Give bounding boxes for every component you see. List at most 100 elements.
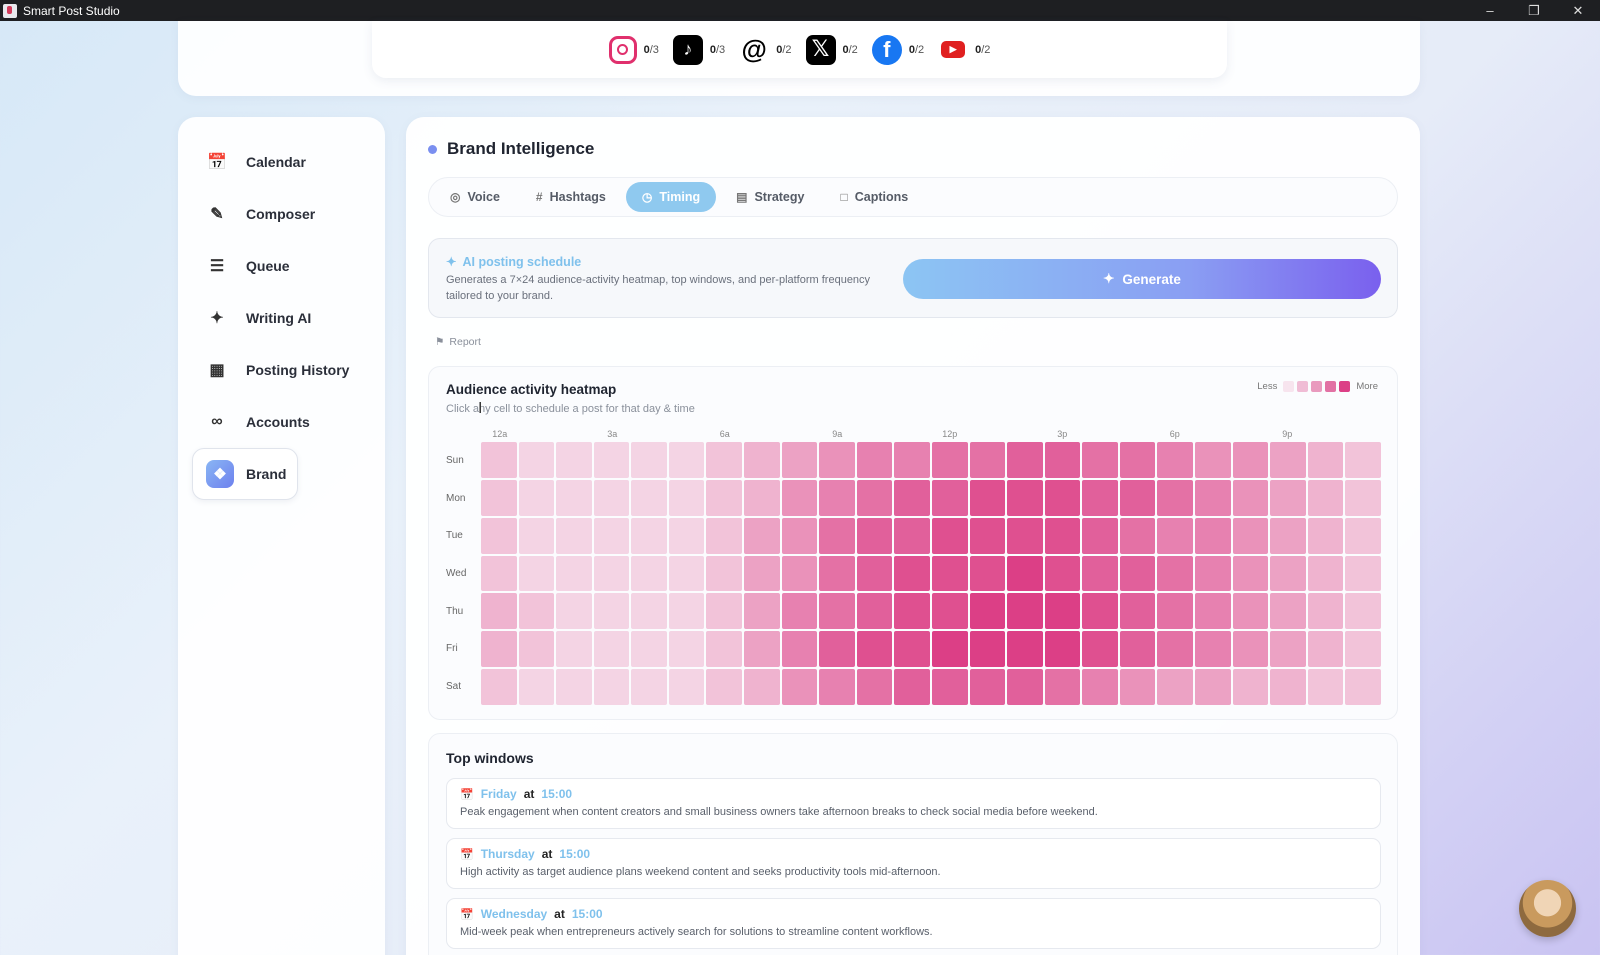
heatmap-cell[interactable] <box>1119 631 1156 668</box>
heatmap-cell[interactable] <box>819 479 855 516</box>
heatmap-cell[interactable] <box>1345 631 1381 668</box>
heatmap-cell[interactable] <box>781 517 818 554</box>
heatmap-cell[interactable] <box>856 517 893 554</box>
heatmap-cell[interactable] <box>631 669 667 705</box>
heatmap-cell[interactable] <box>1270 517 1306 554</box>
heatmap-cell[interactable] <box>744 669 780 705</box>
heatmap-cell[interactable] <box>744 593 780 630</box>
heatmap-cell[interactable] <box>518 631 555 668</box>
minimize-button[interactable]: – <box>1468 0 1512 21</box>
heatmap-cell[interactable] <box>481 517 517 554</box>
heatmap-cell[interactable] <box>1007 593 1043 630</box>
heatmap-cell[interactable] <box>969 555 1006 592</box>
sidebar-item-brand[interactable]: ❖ Brand <box>192 448 298 500</box>
tab-captions[interactable]: □ Captions <box>824 182 924 212</box>
heatmap-cell[interactable] <box>481 593 517 630</box>
heatmap-cell[interactable] <box>668 593 705 630</box>
heatmap-cell[interactable] <box>1157 517 1194 554</box>
heatmap-cell[interactable] <box>706 555 743 592</box>
heatmap-cell[interactable] <box>1270 479 1306 516</box>
heatmap-cell[interactable] <box>819 631 855 668</box>
heatmap-cell[interactable] <box>1157 631 1194 668</box>
heatmap-cell[interactable] <box>1007 555 1043 592</box>
heatmap-cell[interactable] <box>894 517 930 554</box>
heatmap-cell[interactable] <box>1232 631 1269 668</box>
heatmap-cell[interactable] <box>931 669 968 705</box>
platform-threads[interactable]: @ 0/2 <box>739 34 792 65</box>
heatmap-cell[interactable] <box>518 442 555 478</box>
heatmap-cell[interactable] <box>518 479 555 516</box>
heatmap-cell[interactable] <box>1195 669 1231 705</box>
heatmap-cell[interactable] <box>781 442 818 478</box>
heatmap-cell[interactable] <box>819 555 855 592</box>
heatmap-cell[interactable] <box>744 555 780 592</box>
heatmap-cell[interactable] <box>894 669 930 705</box>
heatmap-cell[interactable] <box>481 442 517 478</box>
heatmap-cell[interactable] <box>481 631 517 668</box>
heatmap-cell[interactable] <box>593 479 630 516</box>
heatmap-cell[interactable] <box>1082 631 1118 668</box>
heatmap-cell[interactable] <box>969 442 1006 478</box>
heatmap-cell[interactable] <box>1270 555 1306 592</box>
heatmap-cell[interactable] <box>1082 593 1118 630</box>
heatmap-cell[interactable] <box>1307 669 1344 705</box>
heatmap-cell[interactable] <box>781 669 818 705</box>
heatmap-cell[interactable] <box>668 631 705 668</box>
heatmap-cell[interactable] <box>593 517 630 554</box>
heatmap-cell[interactable] <box>894 479 930 516</box>
heatmap-cell[interactable] <box>1119 442 1156 478</box>
close-button[interactable]: ✕ <box>1556 0 1600 21</box>
heatmap-cell[interactable] <box>556 593 592 630</box>
heatmap-cell[interactable] <box>1007 517 1043 554</box>
heatmap-cell[interactable] <box>744 442 780 478</box>
heatmap-cell[interactable] <box>931 442 968 478</box>
heatmap-cell[interactable] <box>1157 442 1194 478</box>
heatmap-cell[interactable] <box>556 442 592 478</box>
heatmap-cell[interactable] <box>969 631 1006 668</box>
heatmap-cell[interactable] <box>1345 479 1381 516</box>
sidebar-item-accounts[interactable]: ∞ Accounts <box>192 396 371 448</box>
heatmap-cell[interactable] <box>1044 442 1081 478</box>
heatmap-cell[interactable] <box>1232 593 1269 630</box>
heatmap-cell[interactable] <box>1195 479 1231 516</box>
platform-tiktok[interactable]: ♪ 0/3 <box>672 34 725 65</box>
heatmap-cell[interactable] <box>1270 442 1306 478</box>
heatmap-cell[interactable] <box>668 479 705 516</box>
heatmap-cell[interactable] <box>1082 517 1118 554</box>
heatmap-cell[interactable] <box>1345 517 1381 554</box>
heatmap-cell[interactable] <box>593 631 630 668</box>
heatmap-cell[interactable] <box>631 555 667 592</box>
heatmap-cell[interactable] <box>1119 669 1156 705</box>
heatmap-cell[interactable] <box>1232 479 1269 516</box>
heatmap-cell[interactable] <box>1007 631 1043 668</box>
heatmap-cell[interactable] <box>556 669 592 705</box>
heatmap-cell[interactable] <box>556 631 592 668</box>
heatmap-cell[interactable] <box>706 479 743 516</box>
heatmap-cell[interactable] <box>1270 593 1306 630</box>
heatmap-cell[interactable] <box>1345 593 1381 630</box>
heatmap-cell[interactable] <box>668 442 705 478</box>
heatmap-cell[interactable] <box>1082 442 1118 478</box>
heatmap-cell[interactable] <box>481 555 517 592</box>
heatmap-cell[interactable] <box>856 593 893 630</box>
platform-youtube[interactable]: ▶ 0/2 <box>938 34 990 65</box>
heatmap-cell[interactable] <box>856 442 893 478</box>
heatmap-cell[interactable] <box>819 593 855 630</box>
heatmap-cell[interactable] <box>1345 442 1381 478</box>
maximize-button[interactable]: ❐ <box>1512 0 1556 21</box>
heatmap-cell[interactable] <box>518 669 555 705</box>
heatmap-cell[interactable] <box>894 442 930 478</box>
sidebar-item-writing-ai[interactable]: ✦ Writing AI <box>192 292 371 344</box>
heatmap-cell[interactable] <box>556 555 592 592</box>
heatmap-cell[interactable] <box>856 479 893 516</box>
tab-hashtags[interactable]: # Hashtags <box>520 182 622 212</box>
heatmap-cell[interactable] <box>1307 555 1344 592</box>
heatmap-cell[interactable] <box>1307 442 1344 478</box>
heatmap-cell[interactable] <box>1195 631 1231 668</box>
heatmap-cell[interactable] <box>481 669 517 705</box>
heatmap-cell[interactable] <box>894 593 930 630</box>
heatmap-cell[interactable] <box>1232 555 1269 592</box>
heatmap-cell[interactable] <box>1119 517 1156 554</box>
heatmap-cell[interactable] <box>856 669 893 705</box>
report-link[interactable]: ⚑ Report <box>435 336 481 348</box>
